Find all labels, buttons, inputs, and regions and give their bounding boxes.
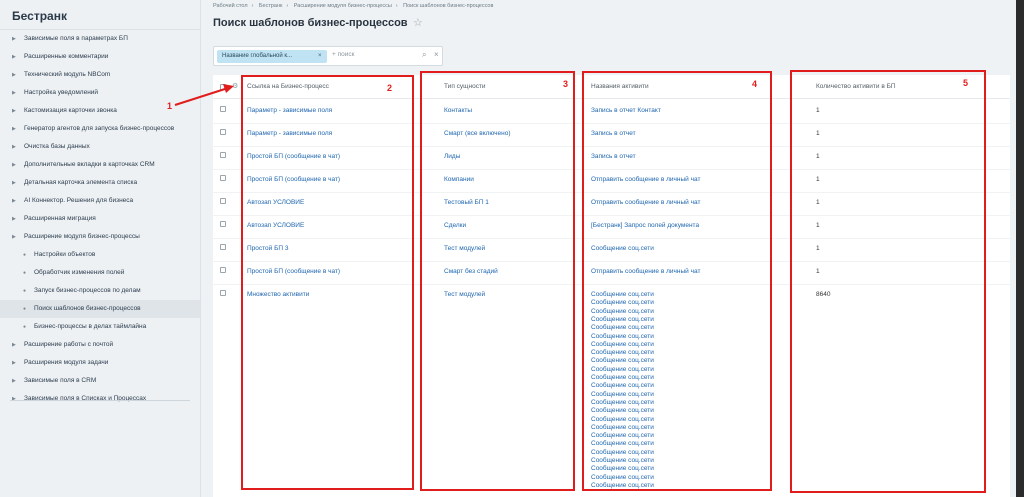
bullet-icon: ●	[23, 252, 27, 258]
page-title: Поиск шаблонов бизнес-процессов	[213, 17, 408, 29]
chevron-right-icon: ▶	[12, 198, 16, 204]
filter-chip-label: Название глобальной к...	[222, 53, 292, 59]
bullet-icon: ●	[23, 324, 27, 330]
bullet-icon: ●	[23, 288, 27, 294]
sidebar-divider	[10, 400, 190, 401]
sidebar-item-label: Расширение работы с почтой	[24, 341, 114, 348]
chevron-right-icon: ▶	[12, 360, 16, 366]
sidebar-item[interactable]: ● Настройки объектов	[0, 246, 200, 264]
sidebar-item[interactable]: ▶ Расширения модуля задачи	[0, 354, 200, 372]
sidebar-item-label: Зависимые поля в CRM	[24, 377, 97, 384]
sidebar-item[interactable]: ▶ Зависимые поля в параметрах БП	[0, 30, 200, 48]
chevron-right-icon: ▶	[12, 108, 16, 114]
annotation-box-2	[241, 75, 414, 490]
sidebar-item-label: Расширенная миграция	[24, 215, 96, 222]
annotation-arrow-icon	[174, 84, 234, 106]
breadcrumb-item[interactable]: Рабочий стол	[213, 3, 248, 9]
sidebar-item-label: Обработчик изменения полей	[34, 269, 125, 276]
filter-chip[interactable]: Название глобальной к... ×	[217, 50, 327, 63]
sidebar-item-label: Зависимые поля в параметрах БП	[24, 35, 128, 42]
sidebar-item-label: Детальная карточка элемента списка	[24, 179, 138, 186]
sidebar-item[interactable]: ● Обработчик изменения полей	[0, 264, 200, 282]
sidebar: Бестранк ▶ Зависимые поля в параметрах БП…	[0, 0, 201, 497]
sidebar-item[interactable]: ▶ Расширенные комментарии	[0, 48, 200, 66]
sidebar-item-label: Генератор агентов для запуска бизнес-про…	[24, 125, 175, 132]
chevron-right-icon: ›	[251, 3, 254, 9]
chevron-right-icon: ▶	[12, 36, 16, 42]
sidebar-item[interactable]: ● Поиск шаблонов бизнес-процессов	[0, 300, 200, 318]
sidebar-item-label: Кастомизация карточки звонка	[24, 107, 117, 114]
breadcrumb-item: Поиск шаблонов бизнес-процессов	[403, 3, 494, 9]
sidebar-item-label: Бизнес-процессы в делах таймлайна	[34, 323, 147, 330]
sidebar-item[interactable]: ▶ Дополнительные вкладки в карточках CRM	[0, 156, 200, 174]
sidebar-item[interactable]: ▶ Детальная карточка элемента списка	[0, 174, 200, 192]
sidebar-item[interactable]: ▶ Расширенная миграция	[0, 210, 200, 228]
row-checkbox[interactable]	[220, 267, 226, 273]
chevron-right-icon: ▶	[12, 144, 16, 150]
sidebar-item[interactable]: ● Бизнес-процессы в делах таймлайна	[0, 318, 200, 336]
chevron-right-icon: ▶	[12, 162, 16, 168]
clear-icon[interactable]: ×	[434, 50, 439, 59]
sidebar-item-label: Дополнительные вкладки в карточках CRM	[24, 161, 155, 168]
chevron-right-icon: ▶	[12, 180, 16, 186]
search-input[interactable]: + поиск	[332, 51, 354, 58]
sidebar-item-label: Расширенные комментарии	[24, 53, 109, 60]
breadcrumb-item[interactable]: Расширение модуля бизнес-процессы	[294, 3, 392, 9]
sidebar-item-label: Расширение модуля бизнес-процессы	[24, 233, 140, 240]
row-checkbox[interactable]	[220, 290, 226, 296]
chevron-right-icon: ▶	[12, 342, 16, 348]
row-checkbox[interactable]	[220, 244, 226, 250]
filter-search-bar[interactable]: Название глобальной к... × + поиск ⌕ ×	[213, 46, 443, 66]
annotation-number: 2	[387, 83, 393, 93]
chevron-right-icon: ›	[395, 3, 398, 9]
sidebar-item[interactable]: ● Запуск бизнес-процессов по делам	[0, 282, 200, 300]
sidebar-item[interactable]: ▶ AI Коннектор. Решения для бизнеса	[0, 192, 200, 210]
close-icon[interactable]: ×	[318, 50, 322, 63]
star-icon[interactable]: ☆	[413, 16, 423, 29]
annotation-number: 4	[752, 79, 758, 89]
chevron-right-icon: ▶	[12, 72, 16, 78]
sidebar-item-label: Поиск шаблонов бизнес-процессов	[34, 305, 141, 312]
sidebar-item-label: Настройка уведомлений	[24, 89, 99, 96]
sidebar-item[interactable]: ▶ Зависимые поля в CRM	[0, 372, 200, 390]
annotation-number: 5	[963, 78, 969, 88]
search-icon[interactable]: ⌕	[422, 50, 426, 60]
row-checkbox[interactable]	[220, 152, 226, 158]
chevron-right-icon: ›	[286, 3, 289, 9]
annotation-box-3	[420, 71, 575, 491]
sidebar-item-label: Настройки объектов	[34, 251, 96, 258]
row-checkbox[interactable]	[220, 129, 226, 135]
row-checkbox[interactable]	[220, 175, 226, 181]
chevron-right-icon: ▶	[12, 126, 16, 132]
chevron-right-icon: ▶	[12, 378, 16, 384]
annotation-number: 3	[563, 79, 569, 89]
chevron-right-icon: ▶	[12, 90, 16, 96]
annotation-box-4	[582, 71, 772, 491]
bullet-icon: ●	[23, 270, 27, 276]
sidebar-item[interactable]: ▶ Генератор агентов для запуска бизнес-пр…	[0, 120, 200, 138]
sidebar-item[interactable]: ▶ Очистка базы данных	[0, 138, 200, 156]
sidebar-item-label: Технический модуль NBCom	[24, 71, 111, 78]
breadcrumb: Рабочий стол › Бестранк › Расширение модул…	[213, 3, 497, 9]
sidebar-item[interactable]: ▶ Расширение модуля бизнес-процессы	[0, 228, 200, 246]
sidebar-item-label: Расширения модуля задачи	[24, 359, 109, 366]
breadcrumb-item[interactable]: Бестранк	[259, 3, 283, 9]
row-checkbox[interactable]	[220, 198, 226, 204]
sidebar-item-label: Очистка базы данных	[24, 143, 90, 150]
sidebar-item-label: AI Коннектор. Решения для бизнеса	[24, 197, 134, 204]
window-edge	[1016, 0, 1024, 497]
chevron-right-icon: ▶	[12, 54, 16, 60]
chevron-right-icon: ▶	[12, 234, 16, 240]
sidebar-item[interactable]: ▶ Расширение работы с почтой	[0, 336, 200, 354]
brand-title[interactable]: Бестранк	[0, 0, 200, 30]
sidebar-item-label: Запуск бизнес-процессов по делам	[34, 287, 141, 294]
row-checkbox[interactable]	[220, 221, 226, 227]
annotation-box-5	[790, 70, 986, 493]
chevron-right-icon: ▶	[12, 396, 16, 402]
chevron-right-icon: ▶	[12, 216, 16, 222]
bullet-icon: ●	[23, 306, 27, 312]
sidebar-item[interactable]: ▶ Зависимые поля в Списках и Процессах	[0, 390, 200, 408]
